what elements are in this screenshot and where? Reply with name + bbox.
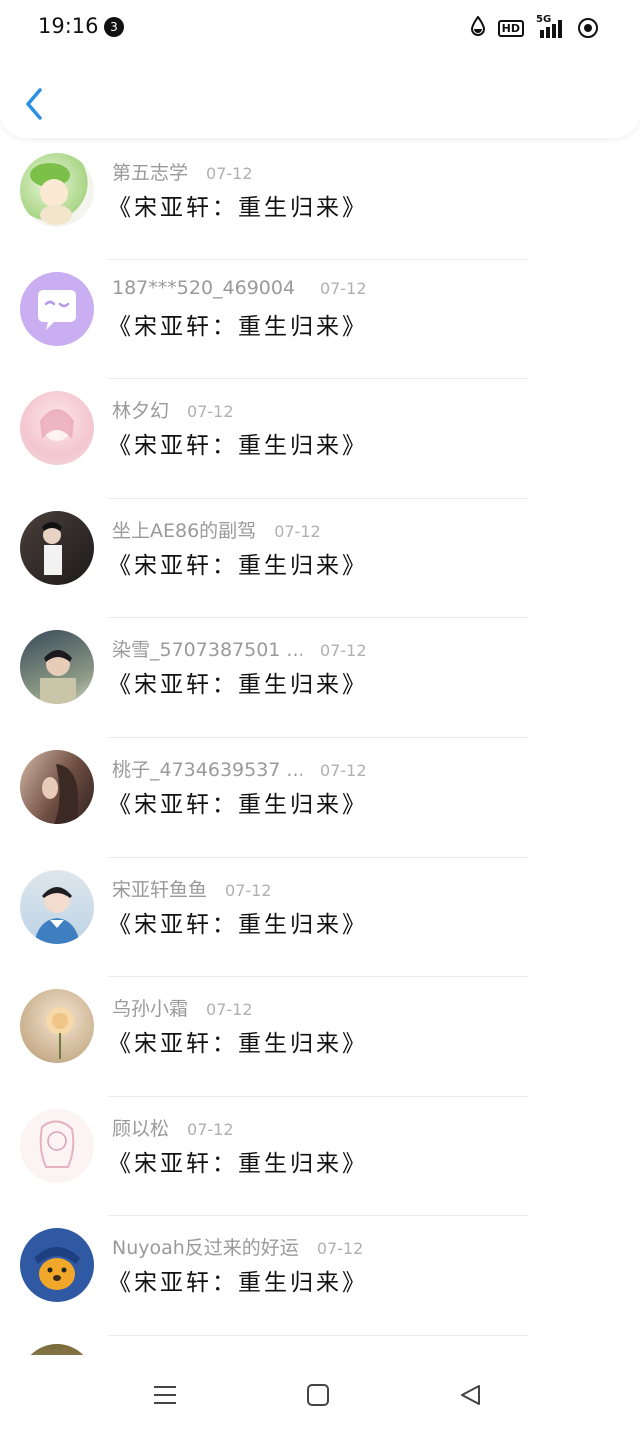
back-button[interactable] [18,82,54,126]
list-item[interactable]: 坐上AE86的副驾 07-12 《宋亚轩：重生归来》 [0,499,640,619]
item-title[interactable]: 《宋亚轩：重生归来》 [108,665,368,699]
item-title[interactable]: 《宋亚轩：重生归来》 [108,1263,368,1297]
avatar[interactable] [20,153,94,227]
username[interactable]: 宋亚轩鱼鱼 [112,875,207,902]
username[interactable]: 顾以松 [112,1114,169,1141]
item-date: 07-12 [187,402,234,422]
item-meta: Nuyoah反过来的好运 07-12 [112,1233,363,1260]
home-button[interactable] [302,1379,334,1411]
home-square-icon [307,1384,329,1406]
item-title[interactable]: 《宋亚轩：重生归来》 [108,307,368,341]
list-item[interactable]: 乌孙小霜 07-12 《宋亚轩：重生归来》 [0,977,640,1097]
username[interactable]: 桃子_4734639537 ... [112,755,302,782]
item-meta: 乌孙小霜 07-12 [112,994,253,1021]
avatar[interactable] [20,869,94,944]
notification-count-badge: 3 [104,17,124,37]
item-meta: 林夕幻 07-12 [112,396,234,423]
chevron-left-icon [26,88,42,120]
list-item[interactable]: 染雪_5707387501 ... 07-12 《宋亚轩：重生归来》 [0,618,640,738]
item-meta: 宋亚轩鱼鱼 07-12 [112,875,272,902]
item-date: 07-12 [206,164,253,183]
item-meta: 顾以松 07-12 [112,1114,234,1141]
list-item[interactable]: 顾以松 07-12 《宋亚轩：重生归来》 [0,1097,640,1217]
status-time: 19:16 [38,14,99,38]
system-nav-bar [0,1355,640,1433]
status-bar: 19:16 3 HD 5G [0,0,640,56]
list-item[interactable]: 桃子_4734639537 ... 07-12 《宋亚轩：重生归来》 [0,738,640,858]
avatar[interactable] [20,630,94,705]
chapter-comment-list: 第五志学 07-12 《宋亚轩：重生归来》 187***520_469004 .… [0,140,640,1456]
item-meta: 桃子_4734639537 ... 07-12 [112,755,367,782]
item-title[interactable]: 《宋亚轩：重生归来》 [108,905,368,939]
nav-back-button[interactable] [455,1379,487,1411]
drop-icon [470,15,486,40]
username[interactable]: 林夕幻 [112,396,169,423]
back-triangle-icon [461,1385,480,1405]
item-date: 07-12 [320,278,367,298]
menu-icon [154,1386,176,1404]
username[interactable]: 第五志学 [112,158,188,185]
item-date: 07-12 [316,1239,364,1259]
item-date: 07-12 [274,521,321,541]
item-date: 07-12 [206,1000,253,1020]
avatar[interactable] [20,391,94,466]
list-item[interactable]: 第五志学 07-12 《宋亚轩：重生归来》 [0,140,640,260]
recent-apps-button[interactable] [149,1379,181,1411]
list-item[interactable]: 林夕幻 07-12 《宋亚轩：重生归来》 [0,379,640,499]
avatar[interactable] [20,510,94,585]
username[interactable]: 坐上AE86的副驾 [112,516,256,543]
username[interactable]: 187***520_469004 ... [112,277,302,299]
list-item[interactable]: 187***520_469004 ... 07-12 《宋亚轩：重生归来》 [0,260,640,380]
username[interactable]: 染雪_5707387501 ... [112,635,302,662]
avatar[interactable] [20,1228,94,1303]
username[interactable]: Nuyoah反过来的好运 [112,1233,299,1260]
item-meta: 187***520_469004 ... 07-12 [112,277,367,299]
list-item[interactable]: 宋亚轩鱼鱼 07-12 《宋亚轩：重生归来》 [0,858,640,978]
item-title[interactable]: 《宋亚轩：重生归来》 [108,1144,368,1178]
item-date: 07-12 [225,880,272,900]
item-date: 07-12 [320,641,367,661]
item-title[interactable]: 《宋亚轩：重生归来》 [108,1024,368,1058]
item-meta: 第五志学 07-12 [112,158,253,185]
item-title[interactable]: 《宋亚轩：重生归来》 [108,546,368,580]
item-meta: 染雪_5707387501 ... 07-12 [112,635,367,662]
avatar[interactable] [20,1108,94,1183]
item-date: 07-12 [320,760,367,780]
signal-icon: 5G [536,14,566,38]
location-icon [578,18,598,38]
hd-icon: HD [497,19,524,37]
avatar[interactable] [20,989,94,1064]
avatar[interactable] [20,271,94,346]
item-title[interactable]: 《宋亚轩：重生归来》 [108,188,368,222]
username[interactable]: 乌孙小霜 [112,994,188,1021]
item-date: 07-12 [187,1119,234,1139]
item-title[interactable]: 《宋亚轩：重生归来》 [108,785,368,819]
system-icons: HD 5G [470,14,598,40]
item-meta: 坐上AE86的副驾 07-12 [112,516,321,543]
list-item[interactable]: Nuyoah反过来的好运 07-12 《宋亚轩：重生归来》 [0,1216,640,1336]
item-title[interactable]: 《宋亚轩：重生归来》 [108,426,368,460]
avatar[interactable] [20,749,94,824]
